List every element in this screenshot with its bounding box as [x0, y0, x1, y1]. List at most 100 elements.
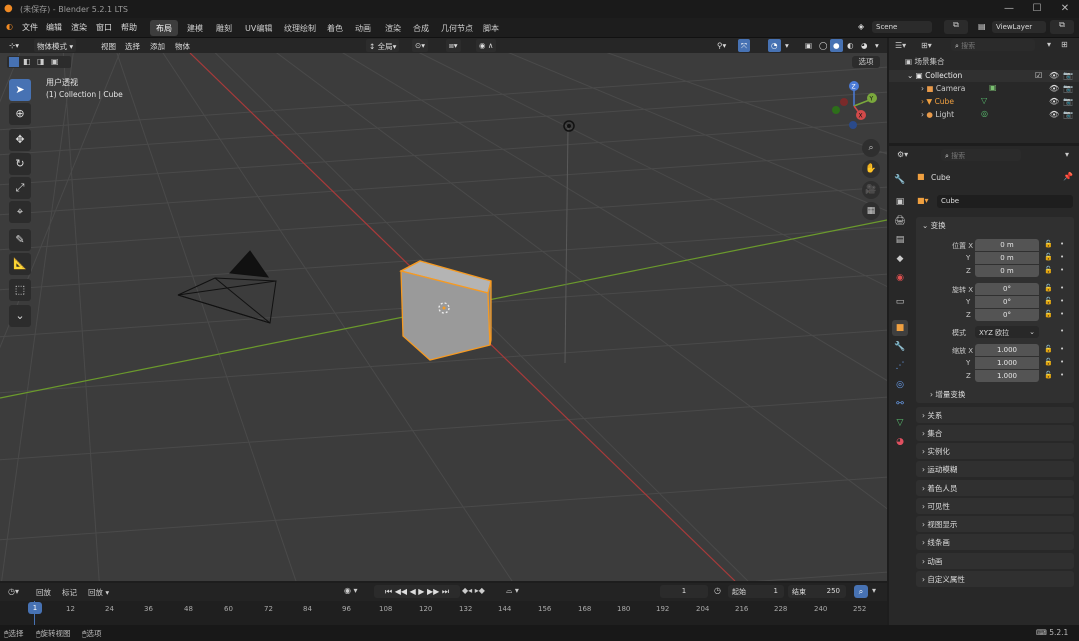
playhead-frame[interactable]: 1 [28, 602, 42, 614]
tab-compositing[interactable]: 合成 [407, 20, 435, 36]
menu-window[interactable]: 窗口 [96, 22, 112, 33]
camera-render-icon[interactable]: 📷 [1063, 71, 1073, 80]
measure-tool-icon[interactable]: 📐 [9, 253, 31, 275]
maximize-button[interactable]: ☐ [1028, 2, 1046, 16]
lock-icon[interactable]: 🔓 [1044, 253, 1053, 261]
new-scene-icon[interactable]: ⧉ [944, 20, 968, 34]
lock-icon[interactable]: 🔓 [1044, 310, 1053, 318]
data-tab-icon[interactable]: ▽ [892, 415, 908, 431]
lock-icon[interactable]: 🔓 [1044, 345, 1053, 353]
properties-options-icon[interactable]: ▾ [1065, 150, 1069, 159]
keyframe-dot-icon[interactable]: • [1060, 240, 1064, 248]
rotation-y-field[interactable]: 0° [975, 296, 1039, 308]
viewport-options-button[interactable]: 选项 [852, 56, 880, 68]
cursor-tool-icon[interactable]: ⊕ [9, 103, 31, 125]
keyframe-dot-icon[interactable]: • [1060, 284, 1064, 292]
panel-viewport-display[interactable]: › 视图显示 [916, 516, 1074, 532]
delta-transform-subpanel[interactable]: › 增量变换 [930, 389, 965, 400]
lock-icon[interactable]: 🔓 [1044, 240, 1053, 248]
outliner-row-light[interactable]: › ● Light ◎ 👁 📷 [889, 109, 1079, 121]
overlay-toggle-icon[interactable]: ◔ [768, 39, 781, 52]
mesh-data-icon[interactable]: ▽ [981, 96, 987, 105]
collapse-toolbar-icon[interactable]: ⌄ [9, 305, 31, 327]
tab-sculpting[interactable]: 雕刻 [210, 20, 238, 36]
playback-sync-icon[interactable]: ⌓ ▾ [506, 586, 519, 596]
overlay-dropdown-icon[interactable]: ▾ [782, 39, 792, 52]
scene-selector[interactable]: Scene [872, 21, 932, 33]
camera-object[interactable] [177, 250, 277, 324]
keyframe-dot-icon[interactable]: • [1060, 345, 1064, 353]
pan-icon[interactable]: ✋ [862, 160, 880, 178]
outliner-filter-icon[interactable]: ▾ [1047, 40, 1051, 49]
panel-visibility[interactable]: › 可见性 [916, 498, 1074, 514]
outliner-new-collection-icon[interactable]: ⊞ [1061, 40, 1068, 49]
panel-instancing[interactable]: › 实例化 [916, 443, 1074, 459]
panel-line-art[interactable]: › 线条画 [916, 534, 1074, 550]
particles-tab-icon[interactable]: ⋰ [892, 358, 908, 374]
tab-rendering[interactable]: 渲染 [379, 20, 407, 36]
annotate-tool-icon[interactable]: ✎ [9, 229, 31, 251]
tab-layout[interactable]: 布局 [150, 20, 178, 36]
scene-tab-icon[interactable]: ◆ [892, 251, 908, 267]
panel-shading[interactable]: › 着色人员 [916, 480, 1074, 496]
pin-icon[interactable]: 📌 [1063, 172, 1073, 181]
timeline-view-menu[interactable]: 回放 ▾ [88, 587, 109, 598]
select-subtract-icon[interactable]: ◨ [37, 57, 45, 66]
eye-icon[interactable]: 👁 [1049, 71, 1059, 80]
outliner-row-cube[interactable]: › ▼ Cube ▽ 👁 📷 [889, 96, 1079, 108]
editor-type-icon[interactable]: ⊹▾ [6, 39, 22, 52]
snap-icon[interactable]: ⧈▾ [446, 39, 461, 52]
zoom-icon[interactable]: ⌕ [862, 139, 880, 157]
menu-edit[interactable]: 编辑 [46, 22, 62, 33]
keyframe-dot-icon[interactable]: • [1060, 371, 1064, 379]
physics-tab-icon[interactable]: ◎ [892, 377, 908, 393]
menu-file[interactable]: 文件 [22, 22, 38, 33]
object-datablock-icon[interactable]: ■▾ [917, 196, 929, 205]
outliner-row-camera[interactable]: › ■ Camera ▣ 👁 📷 [889, 83, 1079, 95]
timeline-editor-icon[interactable]: ◷▾ [8, 587, 19, 596]
lock-icon[interactable]: 🔓 [1044, 371, 1053, 379]
scene-collection-row[interactable]: ▣ 场景集合 [905, 56, 944, 67]
rotation-x-field[interactable]: 0° [975, 283, 1039, 295]
keyframe-nav-icon[interactable]: ◆◂ ▸◆ [462, 586, 485, 595]
outliner-search-input[interactable]: ⌕ 搜索 [951, 39, 1035, 51]
lock-icon[interactable]: 🔓 [1044, 297, 1053, 305]
shading-material-icon[interactable]: ◐ [844, 39, 857, 52]
location-z-field[interactable]: 0 m [975, 265, 1039, 277]
keyframe-dot-icon[interactable]: • [1060, 358, 1064, 366]
timeline-dropdown-icon[interactable]: ▾ [872, 586, 876, 595]
world-tab-icon[interactable]: ◉ [892, 270, 908, 286]
tab-shading[interactable]: 着色 [321, 20, 349, 36]
current-frame-field[interactable]: 1 [660, 585, 708, 598]
tab-uv-editing[interactable]: UV编辑 [239, 20, 278, 36]
properties-editor-icon[interactable]: ⚙▾ [897, 150, 908, 159]
proportional-edit-icon[interactable]: ◉ ∧ [476, 39, 497, 52]
keyframe-dot-icon[interactable]: • [1060, 266, 1064, 274]
scale-x-field[interactable]: 1.000 [975, 344, 1039, 356]
panel-motion-blur[interactable]: › 运动模糊 [916, 461, 1074, 477]
render-tab-icon[interactable]: ▣ [892, 194, 908, 210]
xray-icon[interactable]: ▣ [802, 39, 815, 52]
keyframe-dot-icon[interactable]: • [1060, 310, 1064, 318]
perspective-toggle-icon[interactable]: ▦ [862, 202, 880, 220]
menu-select[interactable]: 选择 [122, 39, 143, 52]
scale-y-field[interactable]: 1.000 [975, 357, 1039, 369]
tab-texture-paint[interactable]: 纹理绘制 [278, 20, 322, 36]
timeline-view-options-icon[interactable]: ⌕ [854, 585, 868, 598]
camera-render-icon[interactable]: 📷 [1063, 97, 1073, 106]
camera-render-icon[interactable]: 📷 [1063, 84, 1073, 93]
move-tool-icon[interactable]: ✥ [9, 129, 31, 151]
tool-tab-icon[interactable]: 🔧 [892, 172, 908, 188]
preview-range-icon[interactable]: ◷ [714, 586, 721, 595]
timeline-menu-playback[interactable]: 回放 [36, 587, 51, 598]
lock-icon[interactable]: 🔓 [1044, 284, 1053, 292]
location-x-field[interactable]: 0 m [975, 239, 1039, 251]
material-tab-icon[interactable]: ◕ [892, 434, 908, 450]
menu-add[interactable]: 添加 [147, 39, 168, 52]
shading-dropdown-icon[interactable]: ▾ [872, 39, 882, 52]
outliner-filter-mode-icon[interactable]: ⊞▾ [921, 41, 932, 50]
panel-custom-properties[interactable]: › 自定义属性 [916, 571, 1074, 587]
rotate-tool-icon[interactable]: ↻ [9, 153, 31, 175]
camera-view-icon[interactable]: 🎥 [862, 181, 880, 199]
panel-animation[interactable]: › 动画 [916, 553, 1074, 569]
